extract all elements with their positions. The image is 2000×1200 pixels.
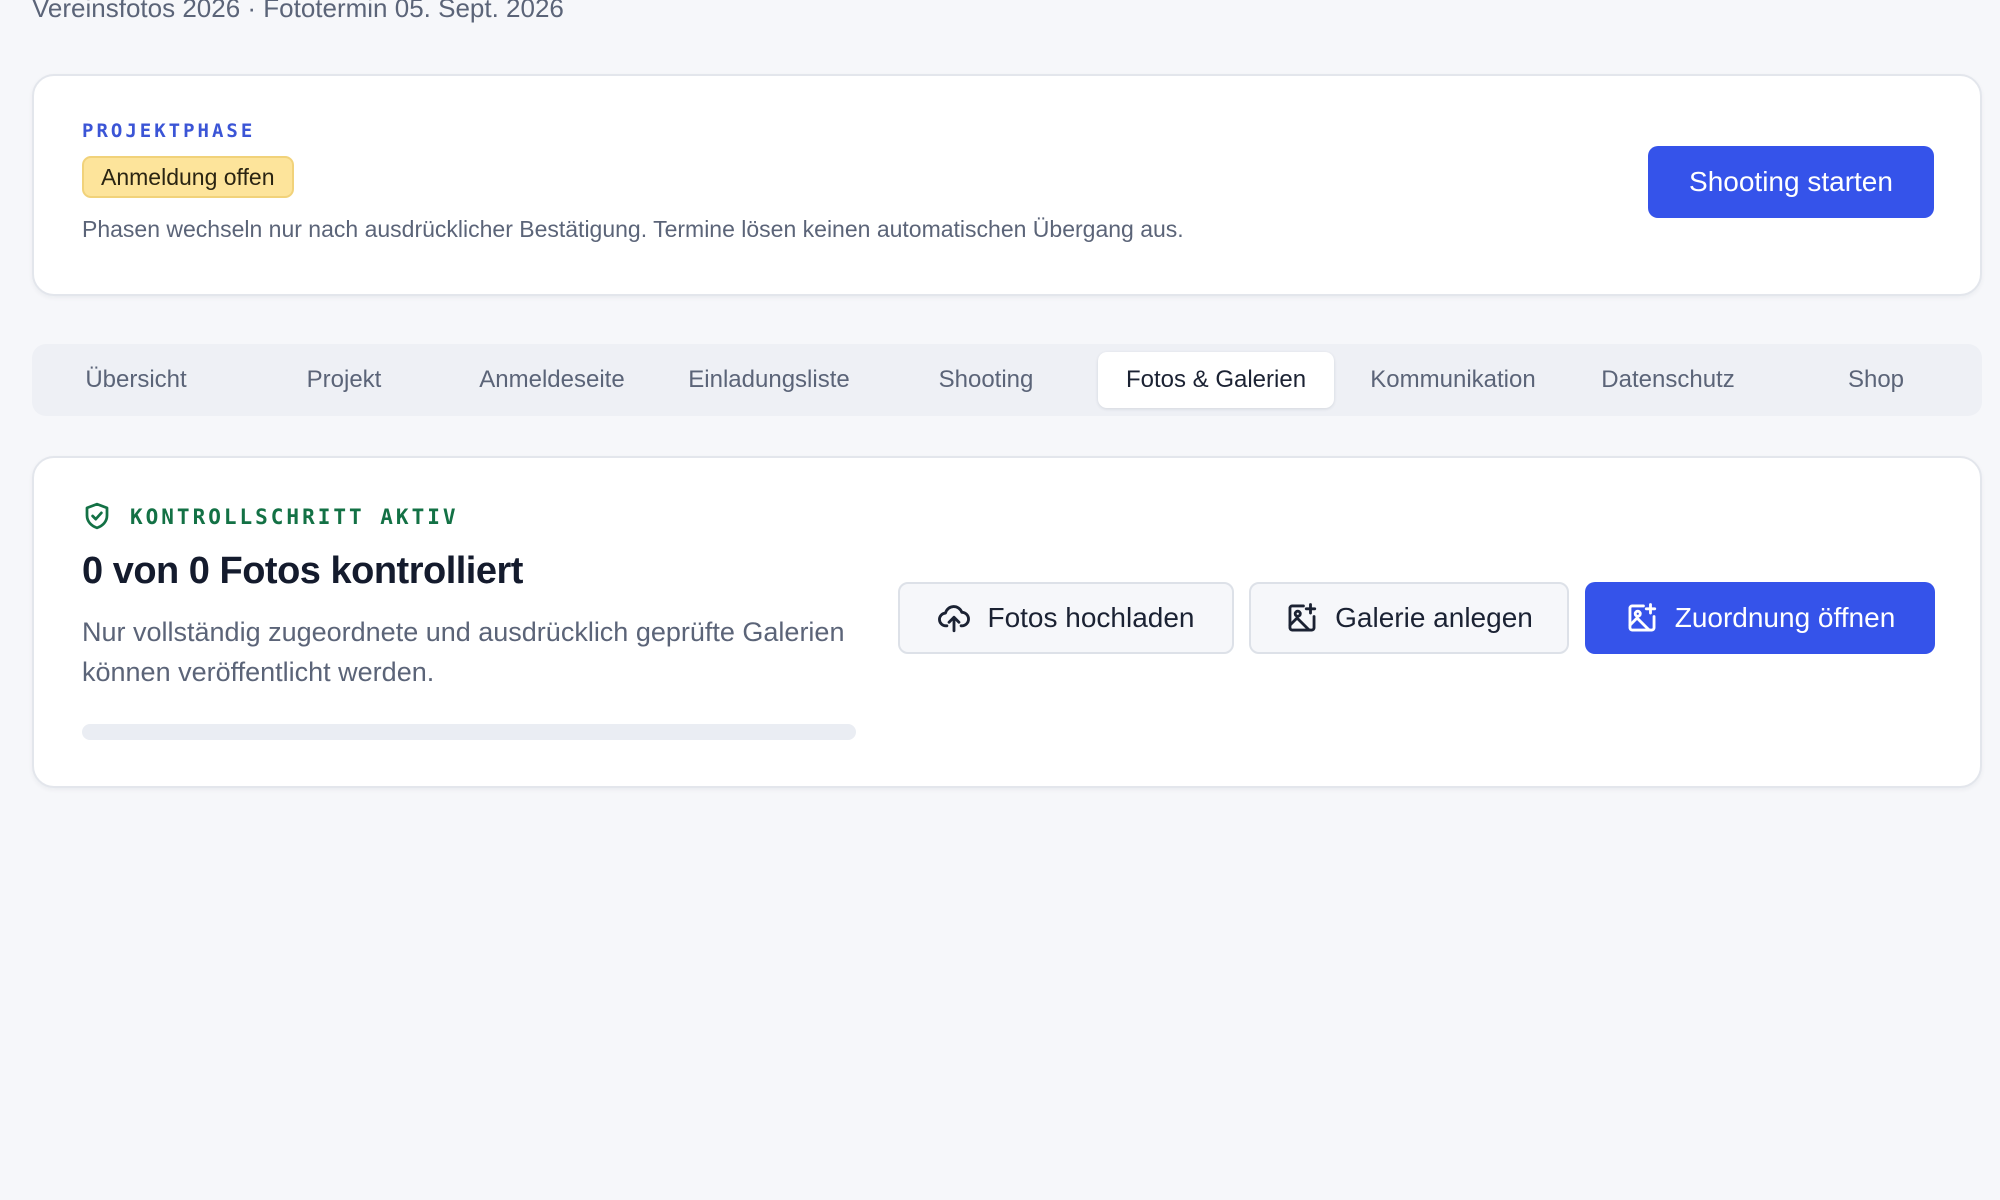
create-gallery-label: Galerie anlegen	[1335, 602, 1533, 633]
cloud-upload-icon	[938, 605, 971, 633]
upload-photos-label: Fotos hochladen	[987, 602, 1195, 633]
project-phase-card: PROJEKTPHASE Anmeldung offen Phasen wech…	[32, 74, 1982, 296]
create-gallery-button[interactable]: Galerie anlegen	[1249, 582, 1569, 654]
start-shooting-button[interactable]: Shooting starten	[1648, 146, 1934, 218]
image-plus-icon	[1288, 603, 1317, 632]
start-shooting-label: Shooting starten	[1689, 166, 1893, 197]
control-step-card: KONTROLLSCHRITT AKTIV 0 von 0 Fotos kont…	[32, 456, 1982, 788]
control-title: 0 von 0 Fotos kontrolliert	[82, 550, 523, 592]
control-description: Nur vollständig zugeordnete und ausdrück…	[82, 617, 845, 687]
tab-shop[interactable]: Shop	[1780, 352, 1972, 408]
tab-anmeldeseite[interactable]: Anmeldeseite	[456, 352, 648, 408]
phase-note: Phasen wechseln nur nach ausdrücklicher …	[82, 216, 1184, 242]
tab-kommunikation[interactable]: Kommunikation	[1350, 352, 1556, 408]
image-plus-icon	[1628, 603, 1656, 632]
tab-einladungsliste[interactable]: Einladungsliste	[664, 352, 874, 408]
control-eyebrow: KONTROLLSCHRITT AKTIV	[130, 505, 459, 529]
status-badge: Anmeldung offen	[82, 156, 294, 198]
control-progress-bar	[82, 724, 856, 740]
shield-check-icon	[85, 502, 109, 530]
tab-uebersicht[interactable]: Übersicht	[40, 352, 232, 408]
tab-datenschutz[interactable]: Datenschutz	[1572, 352, 1764, 408]
phase-eyebrow: PROJEKTPHASE	[82, 120, 256, 142]
tab-bar: Übersicht Projekt Anmeldeseite Einladung…	[32, 344, 1982, 416]
upload-photos-button[interactable]: Fotos hochladen	[898, 582, 1234, 654]
open-assignment-label: Zuordnung öffnen	[1674, 602, 1896, 633]
tab-projekt[interactable]: Projekt	[248, 352, 440, 408]
tab-fotos-galerien[interactable]: Fotos & Galerien	[1098, 352, 1334, 408]
open-assignment-button[interactable]: Zuordnung öffnen	[1585, 582, 1935, 654]
page-subtitle: Vereinsfotos 2026 · Fototermin 05. Sept.…	[32, 0, 564, 23]
tab-shooting[interactable]: Shooting	[890, 352, 1082, 408]
